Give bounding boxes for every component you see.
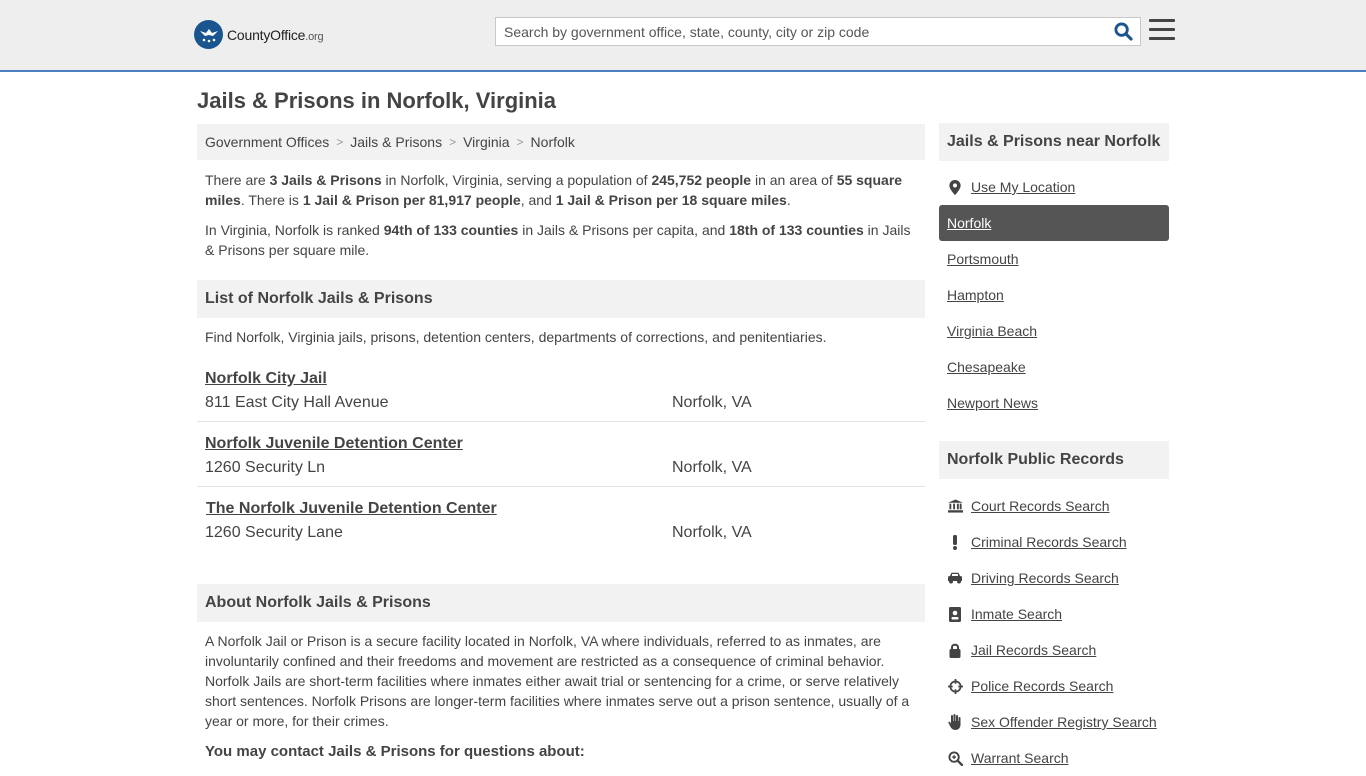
lock-icon: [947, 642, 963, 658]
listing-item: Norfolk City Jail 811 East City Hall Ave…: [197, 357, 925, 422]
listing-address: 1260 Security Ln: [205, 459, 326, 476]
contact-heading: You may contact Jails & Prisons for ques…: [205, 743, 585, 760]
listing-name-link[interactable]: Norfolk Juvenile Detention Center: [205, 435, 463, 453]
about-text: A Norfolk Jail or Prison is a secure fac…: [197, 631, 925, 731]
nearby-list: Use My Location Norfolk Portsmouth Hampt…: [939, 169, 1169, 421]
nearby-link[interactable]: Newport News: [947, 395, 1038, 411]
listing-item: The Norfolk Juvenile Detention Center 12…: [197, 487, 925, 552]
listing-address: 1260 Security Lane: [205, 524, 343, 541]
about-paragraph: A Norfolk Jail or Prison is a secure fac…: [205, 633, 910, 729]
breadcrumb-separator: >: [516, 135, 524, 149]
records-link[interactable]: Criminal Records Search: [971, 534, 1127, 550]
intro-text: There are 3 Jails & Prisons in Norfolk, …: [197, 170, 925, 260]
hand-icon: [947, 714, 963, 730]
listing-city: Norfolk, VA: [672, 524, 752, 541]
nearby-item-virginia-beach[interactable]: Virginia Beach: [939, 313, 1169, 349]
records-item-jail[interactable]: Jail Records Search: [939, 632, 1169, 668]
breadcrumb: Government Offices > Jails & Prisons > V…: [197, 124, 925, 160]
page-title: Jails & Prisons in Norfolk, Virginia: [197, 88, 557, 113]
intro-paragraph-stats: There are 3 Jails & Prisons in Norfolk, …: [205, 172, 903, 208]
nearby-item-norfolk[interactable]: Norfolk: [939, 205, 1169, 241]
listing-item: Norfolk Juvenile Detention Center 1260 S…: [197, 422, 925, 487]
search-icon: [1113, 22, 1133, 41]
search-input[interactable]: [496, 18, 1106, 45]
list-description: Find Norfolk, Virginia jails, prisons, d…: [205, 329, 827, 345]
intro-paragraph-ranking: In Virginia, Norfolk is ranked 94th of 1…: [205, 222, 911, 258]
records-item-driving[interactable]: Driving Records Search: [939, 560, 1169, 596]
nearby-item-newport-news[interactable]: Newport News: [939, 385, 1169, 421]
records-item-sex-offender[interactable]: Sex Offender Registry Search: [939, 704, 1169, 740]
logo-text: CountyOffice.org: [227, 26, 324, 43]
site-logo[interactable]: CountyOffice.org: [194, 20, 324, 49]
records-item-inmate[interactable]: Inmate Search: [939, 596, 1169, 632]
records-link[interactable]: Court Records Search: [971, 498, 1110, 514]
records-link[interactable]: Police Records Search: [971, 678, 1113, 694]
records-link[interactable]: Warrant Search: [971, 750, 1069, 766]
nearby-item-portsmouth[interactable]: Portsmouth: [939, 241, 1169, 277]
about-section-title: About Norfolk Jails & Prisons: [197, 584, 925, 622]
breadcrumb-virginia[interactable]: Virginia: [463, 134, 509, 150]
nearby-link[interactable]: Hampton: [947, 287, 1004, 303]
map-pin-icon: [947, 179, 963, 195]
records-item-police[interactable]: Police Records Search: [939, 668, 1169, 704]
nearby-link[interactable]: Chesapeake: [947, 359, 1026, 375]
main-content: Government Offices > Jails & Prisons > V…: [197, 124, 925, 760]
records-item-criminal[interactable]: Criminal Records Search: [939, 524, 1169, 560]
breadcrumb-government-offices[interactable]: Government Offices: [205, 134, 329, 150]
nearby-link[interactable]: Portsmouth: [947, 251, 1019, 267]
nearby-link[interactable]: Norfolk: [947, 215, 991, 231]
courthouse-icon: [947, 498, 963, 514]
records-link[interactable]: Inmate Search: [971, 606, 1062, 622]
listing-city: Norfolk, VA: [672, 459, 752, 476]
breadcrumb-separator: >: [449, 135, 457, 149]
records-list: Court Records Search Criminal Records Se…: [939, 488, 1169, 776]
nearby-item-chesapeake[interactable]: Chesapeake: [939, 349, 1169, 385]
sidebar: Jails & Prisons near Norfolk Use My Loca…: [939, 123, 1169, 776]
magnifier-icon: [947, 750, 963, 766]
exclamation-icon: [947, 534, 963, 550]
listing-name-link[interactable]: Norfolk City Jail: [205, 370, 327, 388]
breadcrumb-separator: >: [336, 135, 344, 149]
listing-city: Norfolk, VA: [672, 394, 752, 411]
id-card-icon: [947, 606, 963, 622]
breadcrumb-jails-prisons[interactable]: Jails & Prisons: [350, 134, 442, 150]
car-icon: [947, 570, 963, 586]
records-link[interactable]: Jail Records Search: [971, 642, 1096, 658]
breadcrumb-norfolk[interactable]: Norfolk: [531, 134, 575, 150]
records-link[interactable]: Sex Offender Registry Search: [971, 714, 1157, 730]
crosshair-icon: [947, 678, 963, 694]
listing-address: 811 East City Hall Avenue: [205, 394, 389, 411]
use-location-link[interactable]: Use My Location: [971, 179, 1075, 195]
eagle-logo-icon: [194, 20, 223, 49]
search-box: [495, 17, 1141, 46]
records-item-warrant[interactable]: Warrant Search: [939, 740, 1169, 776]
nearby-section-title: Jails & Prisons near Norfolk: [939, 123, 1169, 161]
list-section-title: List of Norfolk Jails & Prisons: [197, 280, 925, 318]
records-item-court[interactable]: Court Records Search: [939, 488, 1169, 524]
listing-name-link[interactable]: The Norfolk Juvenile Detention Center: [206, 500, 497, 518]
records-link[interactable]: Driving Records Search: [971, 570, 1119, 586]
site-header: CountyOffice.org: [0, 0, 1366, 72]
nearby-item-hampton[interactable]: Hampton: [939, 277, 1169, 313]
search-button[interactable]: [1106, 18, 1140, 45]
nearby-link[interactable]: Virginia Beach: [947, 323, 1037, 339]
listings: Norfolk City Jail 811 East City Hall Ave…: [197, 357, 925, 552]
use-location-item[interactable]: Use My Location: [939, 169, 1169, 205]
records-section-title: Norfolk Public Records: [939, 441, 1169, 479]
hamburger-menu-icon[interactable]: [1149, 19, 1175, 43]
